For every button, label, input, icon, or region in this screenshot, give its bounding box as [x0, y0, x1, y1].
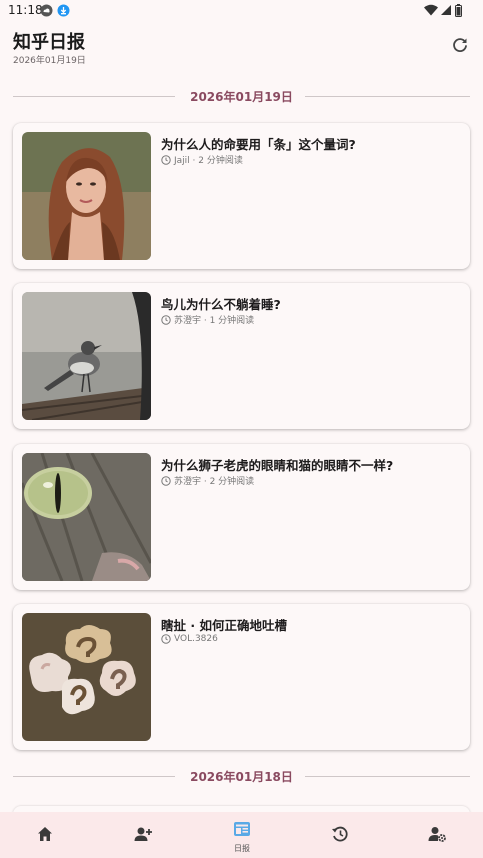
story-title: 瞎扯 · 如何正确地吐槽 — [161, 618, 287, 633]
story-card[interactable]: 鸟儿为什么不躺着睡? 苏澄宇 · 1 分钟阅读 — [13, 283, 470, 429]
user-settings-icon — [428, 827, 446, 842]
divider — [305, 96, 470, 97]
nav-user-settings[interactable] — [407, 812, 467, 858]
home-icon — [38, 827, 52, 841]
story-card[interactable]: 为什么人的命要用「条」这个量词? Jajil · 2 分钟阅读 — [13, 123, 470, 269]
story-meta-text: Jajil · 2 分钟阅读 — [174, 156, 243, 166]
story-meta: Jajil · 2 分钟阅读 — [161, 153, 243, 166]
story-thumbnail — [22, 613, 151, 741]
clock-icon — [161, 154, 171, 165]
story-title: 为什么狮子老虎的眼睛和猫的眼睛不一样? — [161, 458, 394, 473]
nav-label-daily: 日报 — [234, 844, 250, 853]
story-thumbnail — [22, 453, 151, 581]
history-icon — [332, 826, 348, 842]
clock-icon — [161, 314, 171, 325]
clock-icon — [161, 475, 171, 486]
add-user-icon — [134, 827, 152, 841]
story-meta-text: 苏澄宇 · 1 分钟阅读 — [174, 316, 255, 326]
story-meta-text: 苏澄宇 · 2 分钟阅读 — [174, 477, 255, 487]
date-separator: 2026年01月19日 — [13, 87, 470, 107]
cloud-notification-icon — [40, 4, 53, 17]
story-card[interactable]: 为什么狮子老虎的眼睛和猫的眼睛不一样? 苏澄宇 · 2 分钟阅读 — [13, 444, 470, 590]
nav-history[interactable] — [310, 812, 370, 858]
story-meta: VOL.3826 — [161, 634, 218, 644]
download-notification-icon — [57, 4, 70, 17]
refresh-icon[interactable] — [450, 35, 470, 55]
nav-daily[interactable]: 日报 — [212, 812, 272, 858]
app-title: 知乎日报 — [13, 32, 85, 53]
story-title: 为什么人的命要用「条」这个量词? — [161, 137, 356, 152]
story-meta: 苏澄宇 · 1 分钟阅读 — [161, 313, 254, 326]
status-bar: 11:18 — [0, 0, 483, 22]
battery-icon — [455, 4, 462, 17]
story-meta-text: VOL.3826 — [174, 634, 218, 644]
header-date: 2026年01月19日 — [13, 56, 86, 66]
nav-home[interactable] — [15, 812, 75, 858]
nav-add-user[interactable] — [113, 812, 173, 858]
daily-icon — [234, 822, 250, 836]
story-meta: 苏澄宇 · 2 分钟阅读 — [161, 474, 254, 487]
wifi-icon — [424, 4, 438, 16]
signal-icon — [441, 5, 451, 15]
story-title: 鸟儿为什么不躺着睡? — [161, 297, 281, 312]
bottom-nav: 日报 — [0, 812, 483, 858]
story-card[interactable]: 瞎扯 · 如何正确地吐槽 VOL.3826 — [13, 604, 470, 750]
divider — [305, 776, 470, 777]
status-time: 11:18 — [8, 3, 43, 17]
story-thumbnail — [22, 292, 151, 420]
clock-icon — [161, 634, 171, 644]
date-separator: 2026年01月18日 — [13, 767, 470, 787]
story-thumbnail — [22, 132, 151, 260]
